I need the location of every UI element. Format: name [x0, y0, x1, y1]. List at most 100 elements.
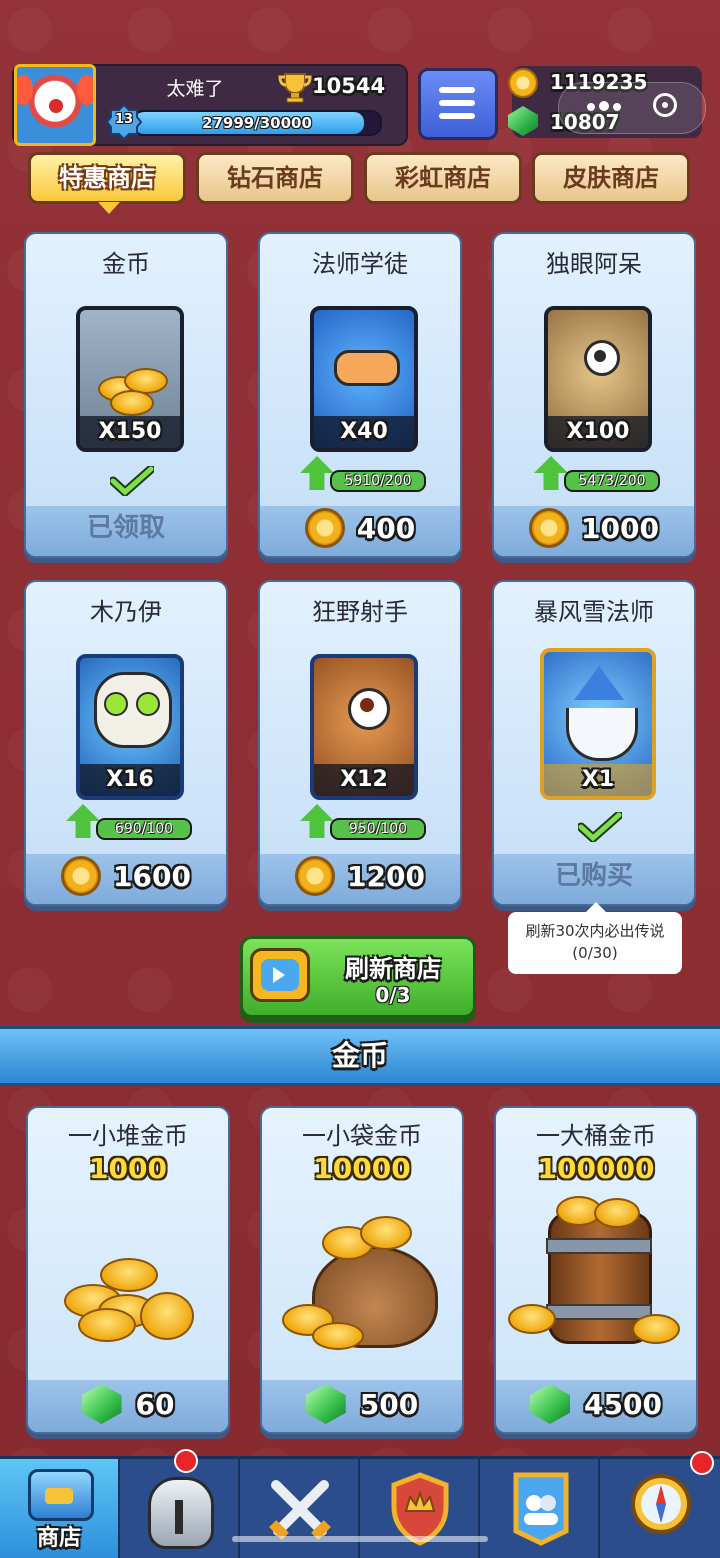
price-value: 60 — [135, 1387, 175, 1421]
capsule-more-dot-2 — [599, 101, 609, 111]
blizzard-mage-portrait: X1 — [540, 648, 656, 800]
pack-amount: 10000 — [313, 1152, 411, 1185]
tab-rainbow-shop[interactable]: 彩虹商店 — [364, 152, 522, 204]
card-progress-bar: 5910/200 — [330, 470, 426, 492]
player-avatar[interactable] — [14, 64, 96, 146]
knight-helmet-icon — [148, 1477, 214, 1549]
tab-skin-shop[interactable]: 皮肤商店 — [532, 152, 690, 204]
deal-title: 狂野射手 — [312, 598, 408, 626]
deal-qty: X12 — [314, 764, 414, 796]
coin-pile-icon: X150 — [76, 306, 184, 452]
deal-price[interactable]: 1600 — [26, 856, 226, 896]
card-progress-bar: 690/100 — [96, 818, 192, 840]
deal-price[interactable]: 400 — [260, 508, 460, 548]
deal-title: 金币 — [102, 250, 150, 278]
menu-line-2 — [439, 100, 475, 106]
gold-pack-small-pile[interactable]: 一小堆金币 1000 60 — [26, 1106, 230, 1434]
card-progress-text: 950/100 — [348, 821, 408, 837]
nav-heroes[interactable] — [120, 1449, 240, 1558]
menu-line-1 — [439, 87, 475, 93]
wild-archer-portrait: X12 — [310, 654, 418, 800]
active-tab-pointer — [98, 202, 120, 214]
capsule-more-dot-1 — [587, 103, 595, 111]
deal-price[interactable]: 1200 — [260, 856, 460, 896]
crossed-swords-icon — [269, 1480, 331, 1540]
price-value: 1200 — [347, 859, 425, 893]
deal-title: 独眼阿呆 — [546, 250, 642, 278]
cyclops-portrait: X100 — [544, 306, 652, 452]
deal-card-wild-archer[interactable]: 狂野射手 X12 950/100 1200 — [258, 580, 462, 906]
avatar-hair-left — [17, 75, 33, 105]
deal-qty: X150 — [80, 416, 180, 448]
refresh-count: 0/3 — [375, 983, 411, 1007]
deal-price[interactable]: 1000 — [494, 508, 694, 548]
gem-icon — [305, 1384, 346, 1424]
price-value: 1600 — [113, 859, 191, 893]
mummy-portrait: X16 — [76, 654, 184, 800]
nav-league[interactable] — [360, 1459, 480, 1558]
pack-title: 一大桶金币 — [536, 1122, 656, 1150]
upgrade-arrow-icon — [300, 456, 334, 490]
upgrade-arrow-icon — [300, 804, 334, 838]
tab-special-shop[interactable]: 特惠商店 — [28, 152, 186, 204]
team-banner-icon — [513, 1472, 569, 1546]
avatar-hair-right — [77, 75, 93, 105]
notification-dot — [174, 1449, 198, 1473]
price-value: 400 — [356, 511, 416, 545]
card-progress-bar: 950/100 — [330, 818, 426, 840]
trophy-count: 10544 — [312, 74, 386, 98]
gold-coin-icon — [61, 856, 102, 896]
nav-quests[interactable] — [600, 1451, 720, 1558]
notification-dot — [690, 1451, 714, 1475]
deal-card-blizzard-mage[interactable]: 暴风雪法师 X1 已购买 — [492, 580, 696, 906]
xp-bar: 27999/30000 — [132, 110, 382, 136]
deal-qty: X100 — [548, 416, 648, 448]
pack-price[interactable]: 60 — [28, 1384, 228, 1424]
gold-coin-icon — [295, 856, 336, 896]
deal-qty: X40 — [314, 416, 414, 448]
tooltip-line-1: 刷新30次内必出传说 — [525, 922, 665, 940]
xp-text: 27999/30000 — [202, 114, 312, 132]
deal-status: 已领取 — [86, 513, 165, 543]
nav-team[interactable] — [480, 1459, 600, 1558]
price-value: 500 — [359, 1387, 419, 1421]
menu-button[interactable] — [418, 68, 498, 140]
tab-diamond-shop[interactable]: 钻石商店 — [196, 152, 354, 204]
gold-coin-icon — [529, 508, 570, 548]
nav-shop[interactable]: 商店 — [0, 1459, 120, 1558]
pack-price[interactable]: 500 — [262, 1384, 462, 1424]
gem-icon — [81, 1384, 122, 1424]
deal-status: 已购买 — [554, 861, 633, 891]
gold-pack-small-bag[interactable]: 一小袋金币 10000 500 — [260, 1106, 464, 1434]
deal-title: 法师学徒 — [312, 250, 408, 278]
player-name: 太难了 — [166, 78, 224, 100]
level-number: 13 — [114, 112, 134, 127]
legendary-refresh-tooltip: 刷新30次内必出传说 (0/30) — [508, 902, 682, 974]
nav-shop-label: 商店 — [36, 1526, 81, 1551]
deal-card-wizard-apprentice[interactable]: 法师学徒 X40 5910/200 400 — [258, 232, 462, 558]
capsule-more-dot-3 — [613, 103, 621, 111]
deal-qty: X1 — [544, 764, 652, 796]
home-indicator[interactable] — [232, 1536, 488, 1542]
gold-pack-big-barrel[interactable]: 一大桶金币 100000 4500 — [494, 1106, 698, 1434]
deal-card-cyclops[interactable]: 独眼阿呆 X100 5473/200 1000 — [492, 232, 696, 558]
bottom-nav: 商店 — [0, 1449, 720, 1558]
shop-chest-icon — [28, 1469, 94, 1521]
deal-card-mummy[interactable]: 木乃伊 X16 690/100 1600 — [24, 580, 228, 906]
pack-title: 一小袋金币 — [302, 1122, 422, 1150]
deal-card-gold[interactable]: 金币 X150 已领取 — [24, 232, 228, 558]
check-icon — [578, 812, 622, 842]
trophy-icon — [278, 73, 312, 103]
gold-coin-icon — [508, 68, 538, 98]
card-progress-text: 5473/200 — [578, 473, 646, 489]
gem-icon — [530, 1384, 571, 1424]
price-value: 4500 — [584, 1387, 662, 1421]
miniapp-capsule[interactable] — [558, 82, 706, 134]
capsule-close-icon[interactable] — [653, 93, 677, 117]
pack-price[interactable]: 4500 — [496, 1384, 696, 1424]
deal-title: 暴风雪法师 — [534, 598, 654, 626]
price-value: 1000 — [581, 511, 659, 545]
check-icon — [110, 466, 154, 496]
nav-battle[interactable] — [240, 1459, 360, 1558]
pack-title: 一小堆金币 — [68, 1122, 188, 1150]
